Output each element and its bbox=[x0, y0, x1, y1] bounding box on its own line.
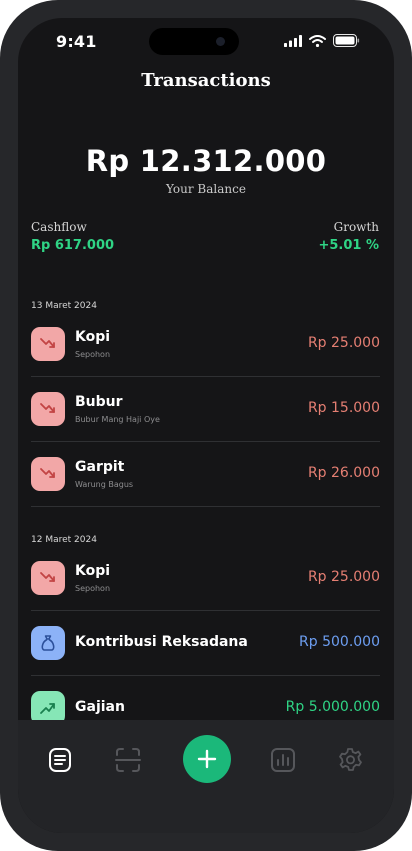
app-screen: 9:41 Transactions Rp 12.312.000 Your Bal… bbox=[18, 18, 394, 833]
transaction-merchant: Sepohon bbox=[75, 350, 111, 359]
transaction-amount: Rp 500.000 bbox=[299, 634, 380, 650]
phone-frame: 9:41 Transactions Rp 12.312.000 Your Bal… bbox=[0, 0, 412, 851]
tab-transactions[interactable] bbox=[47, 747, 73, 773]
transaction-name: Gajian bbox=[75, 699, 125, 715]
settings-icon bbox=[339, 748, 362, 771]
tab-report[interactable] bbox=[270, 747, 296, 773]
transaction-name: Garpit bbox=[75, 459, 125, 475]
transaction-name: Bubur bbox=[75, 394, 123, 410]
page-title: Transactions bbox=[141, 70, 271, 91]
transaction-amount: Rp 26.000 bbox=[307, 465, 380, 481]
date-header: 12 Maret 2024 bbox=[31, 535, 97, 545]
dynamic-island bbox=[149, 28, 239, 55]
add-transaction-button[interactable] bbox=[183, 735, 231, 783]
transaction-amount: Rp 5.000.000 bbox=[285, 699, 380, 715]
signal-icon bbox=[284, 34, 302, 47]
transaction-name: Kontribusi Reksadana bbox=[75, 634, 248, 650]
transactions-icon bbox=[49, 748, 71, 772]
transaction-merchant: Sepohon bbox=[75, 584, 111, 593]
report-icon bbox=[271, 748, 295, 772]
growth-label: Growth bbox=[333, 220, 379, 234]
transaction-merchant: Bubur Mang Haji Oye bbox=[75, 415, 160, 424]
date-header: 13 Maret 2024 bbox=[31, 301, 97, 311]
camera-icon bbox=[216, 37, 225, 46]
status-icons bbox=[284, 34, 360, 47]
transaction-row[interactable]: Bubur Bubur Mang Haji Oye Rp 15.000 bbox=[31, 377, 380, 442]
balance-label: Your Balance bbox=[166, 182, 246, 196]
money-bag-icon bbox=[31, 626, 65, 660]
transaction-amount: Rp 25.000 bbox=[307, 335, 380, 351]
cashflow-label: Cashflow bbox=[31, 220, 87, 234]
transaction-row[interactable]: Kopi Sepohon Rp 25.000 bbox=[31, 546, 380, 611]
growth-value: +5.01 % bbox=[318, 238, 379, 253]
status-bar: 9:41 bbox=[18, 18, 394, 66]
transaction-row[interactable]: Kopi Sepohon Rp 25.000 bbox=[31, 312, 380, 377]
wifi-icon bbox=[309, 34, 326, 47]
transaction-name: Kopi bbox=[75, 563, 111, 579]
transaction-merchant: Warung Bagus bbox=[75, 480, 134, 489]
trend-up-icon bbox=[31, 691, 65, 720]
cashflow-value: Rp 617.000 bbox=[31, 238, 115, 253]
balance-amount: Rp 12.312.000 bbox=[85, 144, 327, 178]
status-time: 9:41 bbox=[56, 32, 97, 51]
transaction-name: Kopi bbox=[75, 329, 111, 345]
tab-scan[interactable] bbox=[115, 747, 141, 773]
battery-icon bbox=[333, 34, 360, 47]
transaction-row[interactable]: Gajian Rp 5.000.000 bbox=[31, 676, 380, 720]
trend-down-icon bbox=[31, 561, 65, 595]
add-icon bbox=[197, 749, 217, 769]
scan-icon bbox=[115, 748, 141, 772]
trend-down-icon bbox=[31, 327, 65, 361]
transaction-amount: Rp 25.000 bbox=[307, 569, 380, 585]
transaction-row[interactable]: Kontribusi Reksadana Rp 500.000 bbox=[31, 611, 380, 676]
trend-down-icon bbox=[31, 392, 65, 426]
transaction-row[interactable]: Garpit Warung Bagus Rp 26.000 bbox=[31, 442, 380, 507]
tab-settings[interactable] bbox=[337, 747, 363, 773]
transaction-amount: Rp 15.000 bbox=[307, 400, 380, 416]
tab-bar bbox=[18, 720, 394, 833]
trend-down-icon bbox=[31, 457, 65, 491]
transaction-list[interactable]: 13 Maret 2024 Kopi Sepohon Rp 25.000 Bub… bbox=[18, 290, 394, 720]
